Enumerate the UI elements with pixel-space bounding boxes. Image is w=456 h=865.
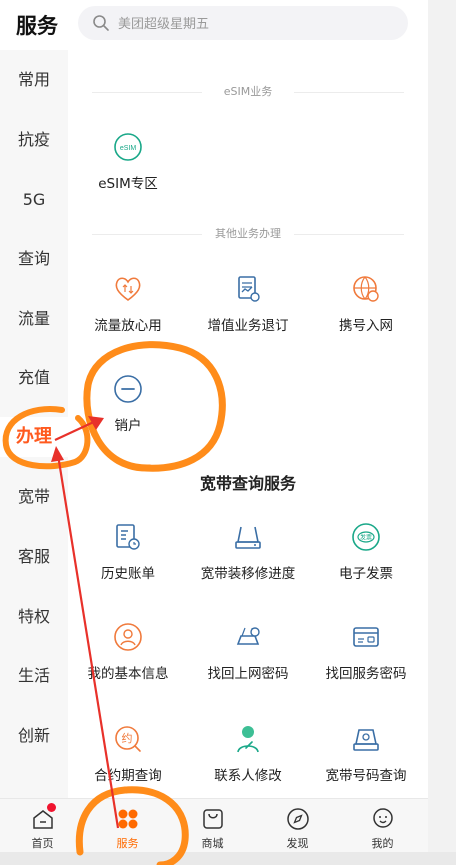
search-bar[interactable] <box>78 6 408 42</box>
sidebar-item-5g[interactable]: 5G <box>0 180 68 220</box>
services-grid-icon <box>118 809 138 829</box>
broadband-progress-tile[interactable]: 宽带装移修进度 <box>193 522 303 592</box>
category-sidebar: 常用 抗疫 5G 查询 流量 充值 办理 宽带 客服 特权 生活 创新 <box>0 50 68 798</box>
svg-text:约: 约 <box>122 732 133 745</box>
tab-services[interactable]: 服务 <box>85 799 170 853</box>
sidebar-item-common[interactable]: 常用 <box>0 60 68 100</box>
section-title: 其他业务办理 <box>215 227 281 240</box>
profile-icon <box>373 808 393 828</box>
tab-label: 首页 <box>31 837 54 850</box>
user-info-icon <box>114 623 142 651</box>
tile-label: 找回服务密码 <box>325 666 407 682</box>
sidebar-item-life[interactable]: 生活 <box>0 656 68 696</box>
sidebar-item-broadband[interactable]: 宽带 <box>0 477 68 517</box>
vas-unsubscribe-tile[interactable]: 增值业务退订 <box>193 274 303 344</box>
header: 服务 <box>0 0 428 50</box>
heart-data-icon <box>115 277 141 301</box>
tab-discover[interactable]: 发现 <box>255 799 340 853</box>
tile-label: 销户 <box>114 418 142 434</box>
bill-history-tile[interactable]: 历史账单 <box>73 522 183 592</box>
sidebar-item-query[interactable]: 查询 <box>0 239 68 279</box>
tile-label: 携号入网 <box>339 318 393 334</box>
recover-service-password-tile[interactable]: 找回服务密码 <box>311 622 421 692</box>
sidebar-item-recharge[interactable]: 充值 <box>0 358 68 398</box>
tile-label: eSIM专区 <box>98 176 158 192</box>
notification-badge <box>47 803 56 812</box>
tab-label: 我的 <box>371 837 394 850</box>
sidebar-item-handle[interactable]: 办理 <box>0 417 68 457</box>
shopping-bag-icon <box>203 809 223 829</box>
contact-edit-icon <box>237 726 259 753</box>
basic-info-tile[interactable]: 我的基本信息 <box>73 622 183 692</box>
sidebar-item-epidemic[interactable]: 抗疫 <box>0 120 68 160</box>
broadband-section-title: 宽带查询服务 <box>199 474 296 493</box>
tile-label: 流量放心用 <box>94 318 162 334</box>
tab-label: 商城 <box>201 837 224 850</box>
sidebar-item-data[interactable]: 流量 <box>0 299 68 339</box>
tab-home[interactable]: 首页 <box>0 799 85 853</box>
router-progress-icon <box>235 526 261 549</box>
password-card-icon <box>353 627 379 647</box>
tile-label: 合约期查询 <box>94 768 162 784</box>
tile-label: 我的基本信息 <box>87 666 169 682</box>
tab-mine[interactable]: 我的 <box>340 799 425 853</box>
contact-edit-tile[interactable]: 联系人修改 <box>193 724 303 794</box>
tile-label: 找回上网密码 <box>207 666 289 682</box>
sidebar-item-innovation[interactable]: 创新 <box>0 716 68 756</box>
contract-icon: 约 <box>115 726 141 752</box>
svg-text:发票: 发票 <box>360 534 372 542</box>
sidebar-item-service[interactable]: 客服 <box>0 537 68 577</box>
esim-zone-tile[interactable]: eSIM eSIM专区 <box>73 132 183 202</box>
broadband-number-query-tile[interactable]: 宽带号码查询 <box>311 724 421 794</box>
router-lookup-icon <box>353 729 379 751</box>
svg-text:eSIM: eSIM <box>120 145 137 152</box>
app-window: 服务 常用 抗疫 5G 查询 流量 充值 办理 宽带 客服 特权 生活 创新 e… <box>0 0 428 865</box>
esim-icon: eSIM <box>114 133 142 161</box>
esim-section-header: eSIM业务 <box>92 84 404 100</box>
e-invoice-tile[interactable]: 发票 电子发票 <box>311 522 421 592</box>
tile-label: 历史账单 <box>101 566 155 582</box>
router-key-icon <box>236 627 260 645</box>
tab-label: 发现 <box>286 837 309 850</box>
minus-circle-icon <box>114 375 142 403</box>
recover-net-password-tile[interactable]: 找回上网密码 <box>193 622 303 692</box>
tile-label: 宽带号码查询 <box>325 768 407 784</box>
bottom-strip <box>0 852 456 865</box>
service-content: eSIM业务 eSIM eSIM专区 其他业务办理 流量放心用 增值业务退订 携… <box>68 50 428 798</box>
number-portability-tile[interactable]: 携号入网 <box>311 274 421 344</box>
tab-mall[interactable]: 商城 <box>170 799 255 853</box>
tile-label: 增值业务退订 <box>207 318 289 334</box>
search-icon <box>93 15 109 31</box>
section-title: eSIM业务 <box>223 85 273 98</box>
tab-label: 服务 <box>116 837 139 850</box>
e-invoice-icon: 发票 <box>352 523 380 551</box>
document-chart-icon <box>238 276 260 302</box>
tile-label: 电子发票 <box>339 566 393 582</box>
page-title: 服务 <box>16 14 58 38</box>
sidebar-item-privilege[interactable]: 特权 <box>0 597 68 637</box>
other-section-header: 其他业务办理 <box>92 226 404 242</box>
tile-label: 联系人修改 <box>214 768 282 784</box>
globe-transfer-icon <box>353 276 379 302</box>
bottom-tab-bar: 首页 服务 商城 发现 我的 <box>0 798 428 853</box>
compass-icon <box>287 808 309 830</box>
account-closure-tile[interactable]: 销户 <box>73 374 183 444</box>
tile-label: 宽带装移修进度 <box>200 566 296 582</box>
data-worry-free-tile[interactable]: 流量放心用 <box>73 274 183 344</box>
contract-query-tile[interactable]: 约 合约期查询 <box>73 724 183 794</box>
search-input[interactable] <box>116 6 400 42</box>
bill-history-icon <box>116 524 140 550</box>
